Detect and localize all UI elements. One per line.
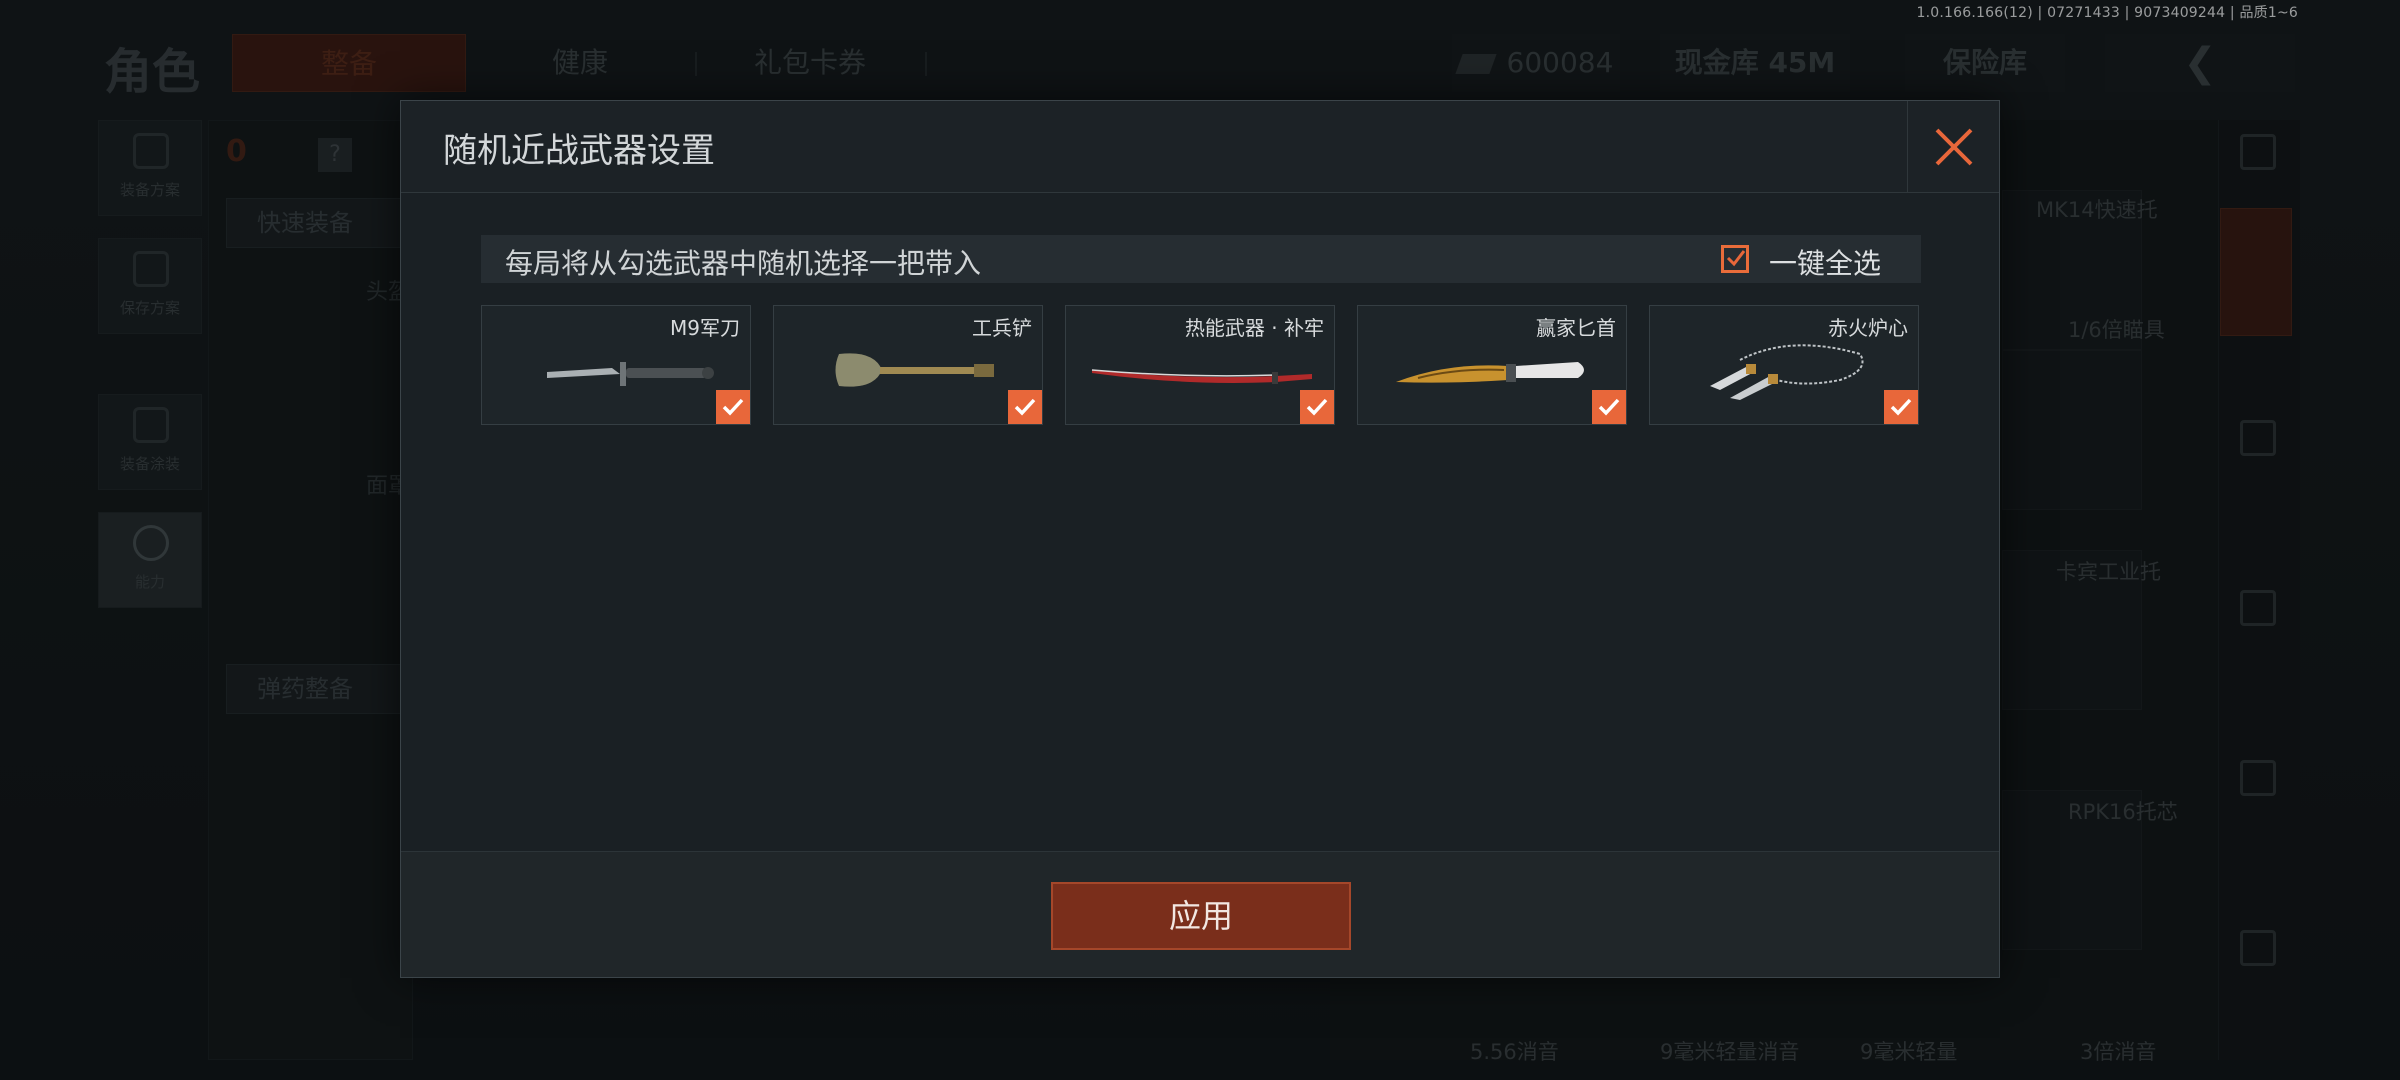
checkmark-icon: [1726, 250, 1746, 267]
apply-button[interactable]: 应用: [1051, 882, 1351, 950]
select-all-checkbox[interactable]: [1721, 245, 1749, 273]
close-icon: [1935, 128, 1973, 166]
katana-icon: [1091, 369, 1312, 384]
weapon-card-m9[interactable]: M9军刀: [481, 305, 751, 425]
dialog-footer: 应用: [401, 851, 1999, 977]
weapon-checkbox[interactable]: [716, 390, 750, 424]
weapon-checkbox[interactable]: [1884, 390, 1918, 424]
weapon-name: M9军刀: [670, 316, 740, 340]
weapon-list: M9军刀 工兵铲 热能武器 · 补牢 赢家匕首 赤火炉心: [481, 305, 1921, 425]
checkmark-icon: [1598, 398, 1620, 416]
dialog-title: 随机近战武器设置: [443, 131, 715, 171]
dialog-header: 随机近战武器设置: [401, 101, 1999, 193]
shovel-icon: [835, 353, 994, 387]
random-selection-notice: 每局将从勾选武器中随机选择一把带入: [505, 247, 982, 280]
checkmark-icon: [722, 398, 744, 416]
select-all-toggle[interactable]: 一键全选: [1721, 235, 1921, 283]
notice-bar: 每局将从勾选武器中随机选择一把带入 一键全选: [481, 235, 1921, 283]
chain-blades-icon: [1710, 344, 1864, 400]
weapon-card-shovel[interactable]: 工兵铲: [773, 305, 1043, 425]
checkmark-icon: [1890, 398, 1912, 416]
weapon-name: 赢家匕首: [1536, 316, 1616, 340]
select-all-label: 一键全选: [1769, 247, 1882, 280]
weapon-checkbox[interactable]: [1008, 390, 1042, 424]
weapon-card-thermal-katana[interactable]: 热能武器 · 补牢: [1065, 305, 1335, 425]
close-button[interactable]: [1907, 101, 1999, 193]
weapon-checkbox[interactable]: [1300, 390, 1334, 424]
weapon-name: 热能武器 · 补牢: [1184, 316, 1324, 340]
checkmark-icon: [1306, 398, 1328, 416]
checkmark-icon: [1014, 398, 1036, 416]
dialog-body: 每局将从勾选武器中随机选择一把带入 一键全选 M9军刀 工兵铲 热能武器 · 补…: [401, 193, 1999, 851]
weapon-card-chain-blades[interactable]: 赤火炉心: [1649, 305, 1919, 425]
random-melee-settings-dialog: 随机近战武器设置 每局将从勾选武器中随机选择一把带入 一键全选 M9军刀 工兵铲…: [400, 100, 2000, 978]
dagger-icon: [1396, 362, 1584, 383]
bayonet-knife-icon: [547, 362, 714, 386]
weapon-card-winner-dagger[interactable]: 赢家匕首: [1357, 305, 1627, 425]
weapon-name: 赤火炉心: [1828, 316, 1908, 340]
weapon-name: 工兵铲: [972, 316, 1032, 340]
weapon-checkbox[interactable]: [1592, 390, 1626, 424]
